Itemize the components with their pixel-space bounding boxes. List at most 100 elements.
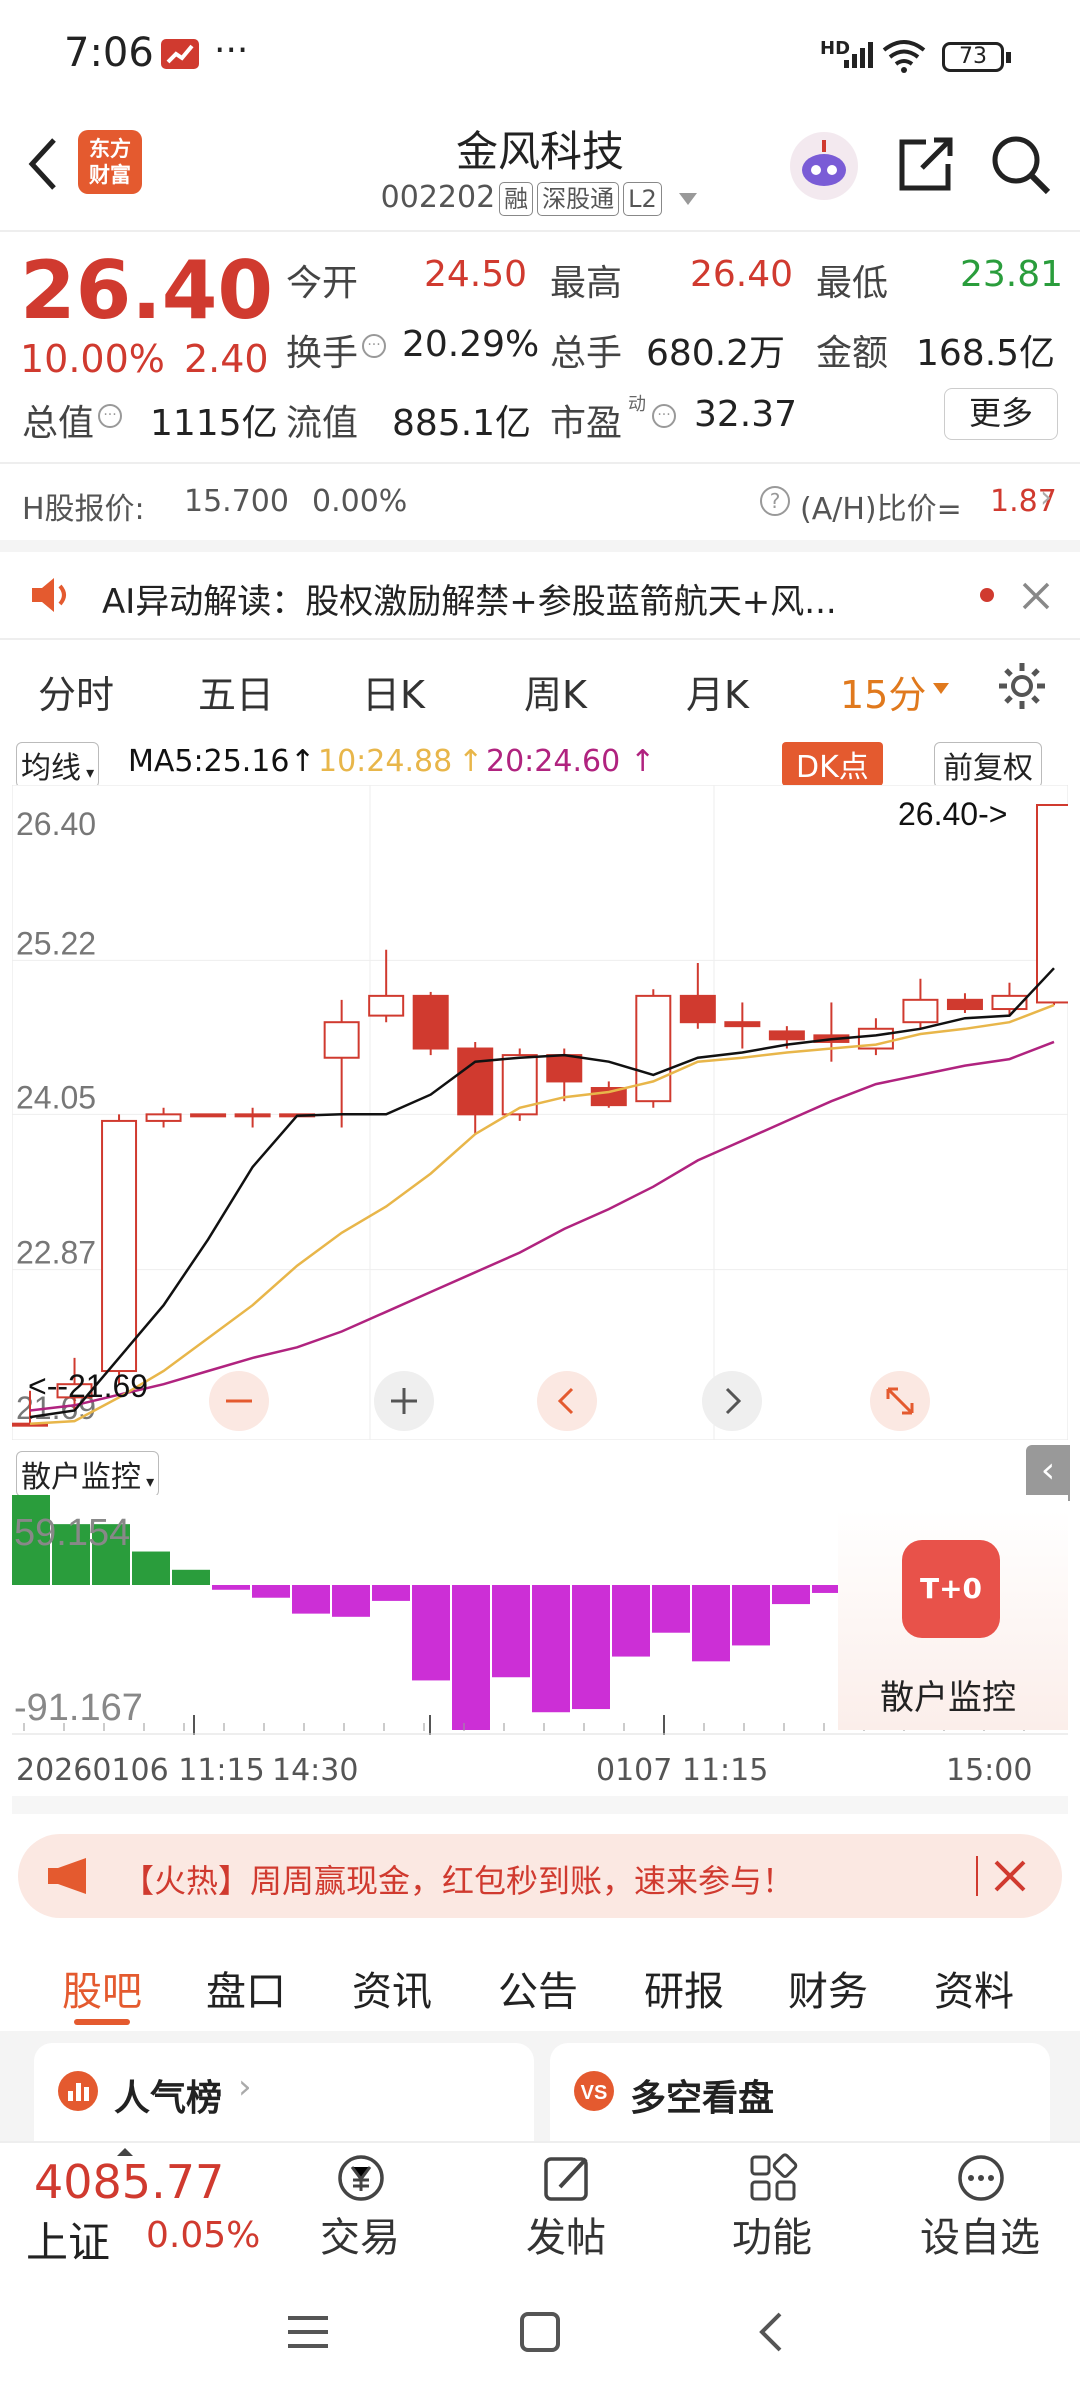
retail-max-label: 59.154	[14, 1512, 130, 1554]
tab-daily-k[interactable]: 日K	[362, 664, 425, 719]
close-icon[interactable]	[1020, 580, 1052, 612]
back-nav-icon[interactable]	[750, 2310, 794, 2354]
divider	[0, 540, 1080, 552]
pe-label: 市盈	[550, 403, 623, 444]
plus-icon[interactable]	[374, 1371, 434, 1431]
amount-label: 金额	[816, 333, 889, 374]
candle-body	[546, 1054, 583, 1083]
ai-banner[interactable]: AI异动解读：股权激励解禁+参股蓝箭航天+风...	[0, 552, 1080, 638]
settings-gear-icon[interactable]	[996, 660, 1048, 712]
volume-label: 总手	[550, 333, 623, 374]
ma-select-label: 均线	[21, 751, 81, 786]
pe-sup: 动	[628, 394, 646, 415]
x-label-2: 0107 11:15	[596, 1753, 769, 1788]
status-more-icon: ···	[214, 30, 249, 71]
battery-tip	[1006, 52, 1011, 63]
info-icon[interactable]: ···	[98, 404, 122, 428]
ma20-label: 20:24.60	[486, 744, 621, 779]
t0-label: 散户监控	[880, 1678, 1016, 1718]
hshare-pct: 0.00%	[312, 484, 408, 519]
retail-bar	[732, 1585, 770, 1646]
high-value: 26.40	[690, 254, 794, 295]
adjust-select[interactable]: 前复权	[934, 742, 1042, 788]
tag-connect: 深股通	[537, 182, 620, 216]
t0-badge-card[interactable]: T+0 散户监控	[838, 1510, 1068, 1730]
stock-header: 东方 财富 金风科技 002202 融深股通 L2	[0, 110, 1080, 230]
y-tick-label: 26.40	[16, 806, 96, 842]
add-watchlist-button[interactable]: 设自选	[900, 2143, 1060, 2268]
assistant-avatar-icon[interactable]	[788, 130, 860, 202]
divider	[12, 1796, 1068, 1814]
index-pct: 0.05%	[146, 2215, 261, 2256]
kline-chart[interactable]: 26.4025.2224.0522.8721.6926.40-><--21.69	[12, 785, 1068, 1440]
tab-weekly-k[interactable]: 周K	[524, 664, 587, 719]
post-button[interactable]: 发帖	[506, 2143, 626, 2268]
t0-badge: T+0	[902, 1540, 1000, 1638]
tab-announcements[interactable]: 公告	[498, 1959, 578, 2017]
share-icon[interactable]	[896, 134, 956, 194]
retail-bar	[652, 1585, 690, 1633]
candle-body	[902, 998, 939, 1024]
more-button[interactable]: 更多	[944, 388, 1058, 440]
home-icon[interactable]	[518, 2310, 562, 2354]
tab-pankou[interactable]: 盘口	[206, 1959, 286, 2017]
retail-bar	[132, 1551, 170, 1585]
tab-monthly-k[interactable]: 月K	[686, 664, 749, 719]
indicator-row: 均线 ▾ MA5:25.16 ↑ 10:24.88 ↑ 20:24.60 ↑ D…	[0, 736, 1080, 788]
retail-bar	[172, 1569, 210, 1585]
menu-icon[interactable]	[286, 2310, 330, 2354]
expand-icon[interactable]	[870, 1371, 930, 1431]
retail-bar	[612, 1585, 650, 1657]
change-amount: 2.40	[184, 337, 269, 381]
index-value: 4085.77	[34, 2155, 225, 2209]
trade-button[interactable]: 交易	[300, 2143, 420, 2268]
divider	[976, 1856, 978, 1896]
app-notification-icon	[161, 39, 199, 69]
unread-dot	[980, 588, 994, 602]
bull-bear-label: 多空看盘	[630, 2078, 775, 2119]
dk-point-button[interactable]: DK点	[782, 742, 883, 786]
tab-news[interactable]: 资讯	[352, 1959, 432, 2017]
tab-profile[interactable]: 资料	[934, 1959, 1014, 2017]
side-panel-toggle[interactable]: ‹	[1026, 1445, 1070, 1501]
candle-body	[724, 1021, 761, 1028]
retail-bar	[452, 1585, 490, 1730]
chevron-right-icon: ›	[1040, 480, 1052, 515]
period-tabs: 分时 五日 日K 周K 月K 15分	[0, 640, 1080, 736]
chevron-right-icon[interactable]	[702, 1371, 762, 1431]
battery-icon: 73	[942, 42, 1004, 72]
dropdown-icon	[679, 193, 698, 205]
help-icon[interactable]: ?	[760, 486, 790, 516]
ma-select[interactable]: 均线 ▾	[16, 742, 100, 788]
candle-body	[457, 1047, 494, 1116]
promo-banner[interactable]: 【火热】周周赢现金，红包秒到账，速来参与！	[18, 1834, 1062, 1918]
chevron-left-icon[interactable]	[537, 1371, 597, 1431]
pe-value: 32.37	[694, 394, 798, 435]
function-button[interactable]: 功能	[712, 2143, 832, 2268]
chevron-right-icon: ›	[238, 2067, 252, 2107]
info-icon[interactable]: ···	[652, 404, 676, 428]
ma20-arrow: ↑	[630, 744, 656, 779]
open-label: 今开	[286, 263, 359, 304]
info-icon[interactable]: ···	[362, 334, 386, 358]
search-icon[interactable]	[990, 134, 1052, 196]
open-value: 24.50	[424, 254, 528, 295]
tab-intraday[interactable]: 分时	[38, 664, 114, 719]
amount-value: 168.5亿	[916, 333, 1056, 374]
retail-bar	[212, 1585, 250, 1590]
minus-icon[interactable]	[209, 1371, 269, 1431]
close-icon[interactable]	[992, 1858, 1028, 1894]
hshare-row[interactable]: H股报价: 15.700 0.00% ? (A/H)比价= 1.87 ›	[0, 464, 1080, 540]
tab-finance[interactable]: 财务	[788, 1959, 868, 2017]
index-widget[interactable]: 4085.77 上证 0.05%	[0, 2143, 270, 2268]
retail-min-label: -91.167	[14, 1687, 143, 1729]
tab-15min[interactable]: 15分	[840, 664, 926, 719]
tab-five-day[interactable]: 五日	[198, 664, 274, 719]
float-label: 流值	[286, 403, 359, 444]
quote-panel: 26.40 10.00% 2.40 今开 24.50 最高 26.40 最低 2…	[0, 232, 1080, 462]
max-price-label: 26.40->	[898, 796, 1007, 832]
tab-research[interactable]: 研报	[644, 1959, 724, 2017]
cards-area: 人气榜 › VS 多空看盘	[0, 2031, 1080, 2163]
indicator-select[interactable]: 散户监控 ▾	[16, 1451, 160, 1497]
tab-guba[interactable]: 股吧	[62, 1959, 142, 2017]
